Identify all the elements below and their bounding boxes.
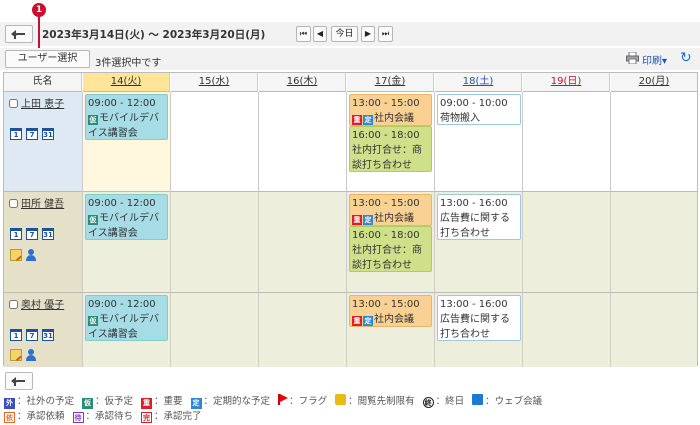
- tentative-icon: 仮: [88, 115, 98, 125]
- approval-complete-icon: 完: [141, 412, 153, 423]
- recurring-icon: 定: [190, 398, 202, 409]
- refresh-icon[interactable]: ↻: [680, 51, 692, 65]
- user-extra-icons: [10, 349, 36, 364]
- recurring-icon: 定: [363, 316, 373, 326]
- month-view-icon[interactable]: 31: [42, 228, 54, 240]
- tentative-icon: 仮: [82, 398, 94, 409]
- tentative-icon: 仮: [88, 316, 98, 326]
- recurring-icon: 定: [363, 215, 373, 225]
- user-checkbox[interactable]: [9, 300, 18, 309]
- user-view-icons: 1 7 31: [10, 329, 58, 341]
- user-name-link[interactable]: 上田 恵子: [21, 99, 64, 110]
- column-header-day[interactable]: 19(日): [523, 73, 610, 92]
- week-view-icon[interactable]: 7: [26, 329, 38, 341]
- important-icon: 重: [141, 398, 153, 409]
- day-view-icon[interactable]: 1: [10, 329, 22, 341]
- event-mobile-seminar[interactable]: 09:00 - 12:00 仮モバイルデバイス講習会: [85, 194, 168, 240]
- nav-next-button[interactable]: ▶: [361, 26, 375, 42]
- selected-count-text: 3件選択中です: [95, 58, 162, 69]
- user-view-icons: 1 7 31: [10, 228, 58, 240]
- nav-first-button[interactable]: ⏮: [296, 26, 311, 42]
- week-view-icon[interactable]: 7: [26, 128, 38, 140]
- back-button[interactable]: [5, 25, 33, 43]
- approval-request-icon: 依: [4, 412, 15, 423]
- user-checkbox[interactable]: [9, 99, 18, 108]
- user-name-link[interactable]: 田所 健吾: [21, 199, 64, 210]
- user-checkbox[interactable]: [9, 199, 18, 208]
- column-header-day[interactable]: 18(土): [435, 73, 522, 92]
- flag-icon: [278, 394, 289, 405]
- column-header-day[interactable]: 16(木): [259, 73, 346, 92]
- back-button-bottom[interactable]: [5, 372, 33, 390]
- tentative-icon: 仮: [88, 215, 98, 225]
- callout-marker: 1: [32, 3, 46, 17]
- memo-icon[interactable]: [10, 249, 22, 261]
- printer-icon[interactable]: [626, 52, 639, 64]
- event-ad-meeting[interactable]: 13:00 - 16:00 広告費に関する打ち合わせ: [437, 194, 521, 240]
- user-name-cell: 田所 健吾: [9, 195, 64, 210]
- week-view-icon[interactable]: 7: [26, 228, 38, 240]
- user-extra-icons: [10, 249, 36, 264]
- important-icon: 重: [352, 316, 362, 326]
- event-internal-discussion[interactable]: 16:00 - 18:00 社内打合せ：商談打ち合わせ: [349, 126, 432, 172]
- column-header-name: 氏名: [4, 73, 82, 92]
- important-icon: 重: [352, 115, 362, 125]
- event-ad-meeting[interactable]: 13:00 - 16:00 広告費に関する打ち合わせ: [437, 295, 521, 341]
- column-header-day[interactable]: 20(月): [611, 73, 697, 92]
- event-mobile-seminar[interactable]: 09:00 - 12:00 仮モバイルデバイス講習会: [85, 94, 168, 140]
- lock-icon: [335, 394, 347, 405]
- legend-row-1: 外：社外の予定仮：仮予定重：重要定：定期的な予定 ：フラグ ：閲覧先制限有終：終日：…: [4, 394, 543, 409]
- event-mobile-seminar[interactable]: 09:00 - 12:00 仮モバイルデバイス講習会: [85, 295, 168, 341]
- person-icon[interactable]: [25, 349, 36, 361]
- today-button[interactable]: 今日: [331, 26, 358, 42]
- day-view-icon[interactable]: 1: [10, 128, 22, 140]
- event-internal-meeting[interactable]: 13:00 - 15:00 重定社内会議: [349, 194, 432, 226]
- external-icon: 外: [4, 398, 15, 409]
- event-delivery[interactable]: 09:00 - 10:00 荷物搬入: [437, 94, 521, 125]
- approval-waiting-icon: 待: [72, 412, 84, 423]
- nav-last-button[interactable]: ⏭: [378, 26, 393, 42]
- nav-prev-button[interactable]: ◀: [313, 26, 327, 42]
- web-meeting-icon: [472, 394, 484, 405]
- column-header-day[interactable]: 17(金): [347, 73, 434, 92]
- event-internal-discussion[interactable]: 16:00 - 18:00 社内打合せ：商談打ち合わせ: [349, 226, 432, 272]
- user-select-button[interactable]: ユーザー選択: [5, 50, 90, 68]
- column-header-day[interactable]: 15(水): [171, 73, 258, 92]
- print-menu[interactable]: 印刷▾: [642, 52, 667, 67]
- person-icon[interactable]: [25, 249, 36, 261]
- recurring-icon: 定: [363, 115, 373, 125]
- event-internal-meeting[interactable]: 13:00 - 15:00 重定社内会議: [349, 94, 432, 126]
- date-range-title: 2023年3月14日(火) ～ 2023年3月20日(月): [42, 29, 266, 41]
- user-name-link[interactable]: 奥村 優子: [21, 300, 64, 311]
- important-icon: 重: [352, 215, 362, 225]
- event-internal-meeting[interactable]: 13:00 - 15:00 重定社内会議: [349, 295, 432, 327]
- column-header-day[interactable]: 14(火): [83, 73, 170, 92]
- month-view-icon[interactable]: 31: [42, 329, 54, 341]
- user-view-icons: 1 7 31: [10, 128, 58, 140]
- memo-icon[interactable]: [10, 349, 22, 361]
- callout-line: [38, 17, 40, 52]
- all-day-icon: 終: [422, 397, 434, 408]
- legend-row-2: 依：承認依頼待：承認待ち完：承認完了: [4, 411, 202, 423]
- day-view-icon[interactable]: 1: [10, 228, 22, 240]
- user-name-cell: 奥村 優子: [9, 296, 64, 311]
- user-name-cell: 上田 恵子: [9, 95, 64, 110]
- schedule-grid: 氏名 14(火) 15(水) 16(木) 17(金) 18(土) 19(日) 2…: [3, 72, 698, 367]
- month-view-icon[interactable]: 31: [42, 128, 54, 140]
